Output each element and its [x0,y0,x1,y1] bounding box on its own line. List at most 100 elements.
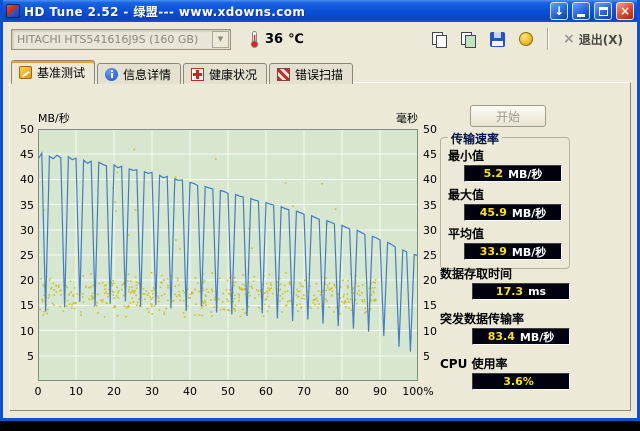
y-tick-left: 30 [20,223,34,237]
copy-icon [431,31,447,48]
stat-value: 5.2 [483,167,504,180]
error-scan-icon [277,67,291,81]
health-cross-icon [191,67,205,81]
y-axis-label-right: 毫秒 [396,112,418,125]
stat-label: 突发数据传输率 [440,312,525,326]
tab-health[interactable]: 健康状况 [183,63,268,84]
stat-label: 平均值 [448,227,485,241]
y-tick-right: 50 [423,123,437,136]
chevron-down-icon[interactable]: ▼ [212,30,229,48]
exit-label: 退出(X) [578,32,623,47]
app-window: HD Tune 2.52 - 绿盟--- www.xdowns.com ↓ × … [0,0,640,421]
stat-label: 最小值 [448,149,485,163]
maximize-button[interactable] [594,2,612,20]
save-button[interactable] [484,27,510,51]
y-tick-left: 10 [20,324,34,338]
tab-label: 健康状况 [209,67,258,82]
x-tick: 70 [297,385,311,398]
download-icon: ↓ [553,4,565,18]
y-tick-left: 40 [20,173,34,187]
tab-page: MB/秒 毫秒 50 50 45 45 40 40 35 35 30 30 25 25 20 20 15 15… [9,82,631,411]
toolbar-separator [547,28,550,50]
y-tick-left: 20 [20,274,34,288]
stat-max: 最大值 45.9 MB/秒 [448,188,562,221]
y-tick-left: 45 [20,148,34,162]
start-button[interactable]: 开始 [470,105,546,127]
tab-label: 错误扫描 [295,67,344,82]
group-title: 传输速率 [448,130,503,147]
toolbar-buttons: × 退出(X) [426,27,629,51]
stat-value: 3.6% [503,375,534,388]
stat-label: CPU 使用率 [440,357,508,371]
temperature: 36 ℃ [249,30,304,48]
stat-unit: ms [528,285,547,298]
info-icon [105,67,119,81]
benchmark-icon [19,66,32,79]
tab-benchmark[interactable]: 基准测试 [11,60,96,84]
plot-svg [38,129,418,381]
stat-access-time: 数据存取时间 17.3 ms [440,267,570,300]
window-title: HD Tune 2.52 - 绿盟--- www.xdowns.com [24,4,306,19]
stat-unit: MB/秒 [511,206,547,220]
x-tick: 80 [335,385,349,398]
y-tick-left: 25 [20,249,34,262]
x-tick: 100% [402,385,434,398]
y-tick-left: 50 [20,123,34,136]
copy-image-button[interactable] [455,27,481,51]
stat-unit: MB/秒 [511,245,547,259]
y-tick-left: 35 [20,198,34,212]
stat-cpu-usage: CPU 使用率 3.6% [440,357,570,390]
options-button[interactable] [513,27,539,51]
drive-select-value: HITACHI HTS541616J9S (160 GB) [17,32,199,46]
x-tick: 90 [373,385,387,398]
close-button[interactable]: × [616,2,634,20]
titlebar[interactable]: HD Tune 2.52 - 绿盟--- www.xdowns.com ↓ × [3,0,637,22]
y-tick-left: 5 [27,349,34,363]
extra-stats: 数据存取时间 17.3 ms 突发数据传输率 83.4 MB/秒 CPU 使用率… [440,267,570,402]
options-icon [519,32,534,46]
minimize-icon [577,14,585,17]
x-tick: 50 [221,385,235,398]
save-icon [489,31,505,47]
stat-unit: MB/秒 [519,330,555,344]
exit-x-icon: × [563,31,575,47]
tab-error-scan[interactable]: 错误扫描 [269,63,354,84]
stat-label: 数据存取时间 [440,267,513,281]
stat-burst-rate: 突发数据传输率 83.4 MB/秒 [440,312,570,345]
tab-label: 信息详情 [123,67,172,82]
stat-value-box: 3.6% [472,373,570,390]
stat-value-box: 45.9 MB/秒 [464,204,562,221]
benchmark-plot [38,129,418,381]
close-icon: × [619,4,631,18]
temperature-unit: ℃ [288,31,304,47]
copy-image-icon [460,31,476,48]
tab-info[interactable]: 信息详情 [97,63,182,84]
x-tick: 40 [183,385,197,398]
stat-unit: MB/秒 [508,167,543,181]
y-tick-left: 15 [20,299,34,313]
stat-value: 45.9 [479,206,507,219]
x-tick: 60 [259,385,273,398]
minimize-button[interactable] [572,2,590,20]
x-tick: 10 [69,385,83,398]
temperature-value: 36 [265,31,284,47]
stat-value-box: 17.3 ms [472,283,570,300]
stat-avg: 平均值 33.9 MB/秒 [448,227,562,260]
thermometer-icon [250,30,259,48]
app-icon [6,4,20,18]
toolbar: HITACHI HTS541616J9S (160 GB) ▼ 36 ℃ × 退… [3,22,637,56]
x-tick: 20 [107,385,121,398]
copy-text-button[interactable] [426,27,452,51]
stat-value: 33.9 [479,245,507,258]
stat-min: 最小值 5.2 MB/秒 [448,149,562,182]
download-button[interactable]: ↓ [550,2,568,20]
stat-label: 最大值 [448,188,485,202]
x-tick: 0 [34,385,42,398]
desktop-strip [0,421,640,431]
exit-button[interactable]: × 退出(X) [557,29,629,50]
x-tick: 30 [145,385,159,398]
transfer-rate-group: 传输速率 最小值 5.2 MB/秒 最大值 45.9 MB/秒 平均值 33.9 [440,130,570,269]
drive-select[interactable]: HITACHI HTS541616J9S (160 GB) ▼ [11,28,231,50]
stat-value-box: 5.2 MB/秒 [464,165,562,182]
tab-label: 基准测试 [37,66,86,80]
